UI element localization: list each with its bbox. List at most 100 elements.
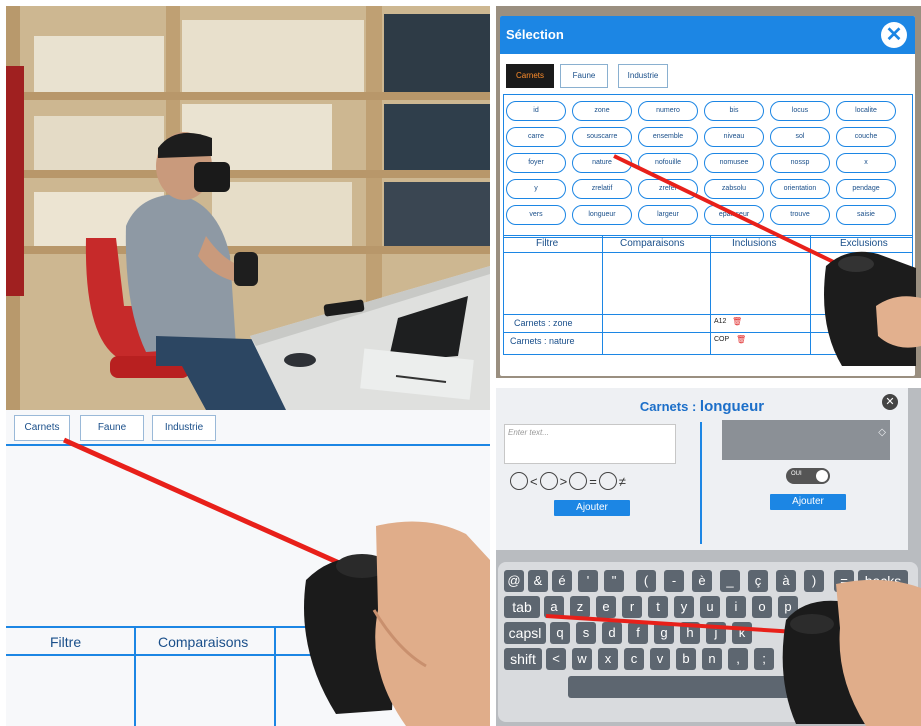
key[interactable]: w [572,648,592,670]
field-chip[interactable]: vers [506,205,566,225]
field-chip[interactable]: nossp [770,153,830,173]
tab-key[interactable]: tab [504,596,540,618]
key[interactable]: ' [578,570,598,592]
add-inclusion-button[interactable]: Ajouter [770,494,846,510]
key[interactable]: à [776,570,796,592]
close-icon[interactable]: ✕ [882,394,898,410]
field-chip[interactable]: nofouille [638,153,698,173]
field-chip[interactable]: souscarre [572,127,632,147]
radio-equal[interactable] [569,472,588,490]
capslock-key[interactable]: capsl [504,622,546,644]
key[interactable]: k [732,622,752,644]
field-chip[interactable]: sol [770,127,830,147]
shift-key[interactable]: shift [504,648,542,670]
key[interactable]: ç [748,570,768,592]
key[interactable]: & [528,570,548,592]
field-chip[interactable]: bis [704,101,764,121]
keyboard-keys: @ & é ' " ( - è _ ç à ) = backs tab a z … [498,562,918,722]
key[interactable]: y [674,596,694,618]
radio-not-equal[interactable] [598,472,617,490]
key[interactable]: c [624,648,644,670]
field-chip[interactable]: locus [770,101,830,121]
radio-greater-than[interactable] [539,472,558,490]
field-chip[interactable]: couche [836,127,896,147]
tab-carnets[interactable]: Carnets [14,415,70,441]
key[interactable]: t [648,596,668,618]
field-chip[interactable]: saisie [836,205,896,225]
field-chip[interactable]: epaisseur [704,205,764,225]
backspace-key[interactable]: backs [858,570,908,592]
trash-icon[interactable]: 🗑 [732,317,742,326]
key[interactable]: z [570,596,590,618]
text-input[interactable]: Enter text... [504,424,676,464]
key[interactable]: v [650,648,670,670]
trash-icon[interactable]: 🗑 [736,335,746,344]
panel-title-field: longueur [699,398,765,415]
field-chip[interactable]: x [836,153,896,173]
key[interactable]: ; [754,648,774,670]
key[interactable]: @ [504,570,524,592]
value-select[interactable]: ◇ [722,420,890,460]
field-chip[interactable]: carre [506,127,566,147]
key[interactable]: " [604,570,624,592]
field-chip[interactable]: longueur [572,205,632,225]
field-chip[interactable]: ensemble [638,127,698,147]
key[interactable]: g [654,622,674,644]
key[interactable]: - [664,570,684,592]
key[interactable]: _ [720,570,740,592]
key[interactable]: b [676,648,696,670]
key[interactable]: é [552,570,572,592]
field-chip[interactable]: zone [572,101,632,121]
key[interactable]: p [778,596,798,618]
key[interactable]: f [628,622,648,644]
radio-less-than[interactable] [510,472,528,490]
add-comparison-button[interactable]: Ajouter [554,500,630,516]
field-chip[interactable]: zabsolu [704,179,764,199]
key[interactable]: < [546,648,566,670]
filter-row-label: Carnets : nature [510,336,575,346]
key[interactable]: j [706,622,726,644]
key[interactable]: ( [636,570,656,592]
table-top-border [6,626,490,628]
key[interactable]: n [702,648,722,670]
tab-industrie[interactable]: Industrie [618,64,668,88]
tab-faune[interactable]: Faune [560,64,608,88]
field-chip[interactable]: nomusee [704,153,764,173]
oui-toggle[interactable]: OUI [786,468,830,484]
field-chip[interactable]: largeur [638,205,698,225]
key[interactable]: , [728,648,748,670]
key[interactable]: o [752,596,772,618]
key[interactable]: r [622,596,642,618]
key[interactable]: u [700,596,720,618]
tab-faune[interactable]: Faune [80,415,144,441]
key[interactable]: d [602,622,622,644]
field-chip[interactable]: niveau [704,127,764,147]
field-chip[interactable]: zrelatif [572,179,632,199]
space-key[interactable] [568,676,808,698]
key[interactable]: x [598,648,618,670]
key[interactable]: è [692,570,712,592]
field-chip[interactable]: foyer [506,153,566,173]
key[interactable]: i [726,596,746,618]
panel-title: Carnets : longueur [496,398,908,415]
key[interactable]: ) [804,570,824,592]
field-chip[interactable]: y [506,179,566,199]
field-chip[interactable]: id [506,101,566,121]
field-chip[interactable]: localite [836,101,896,121]
field-chip[interactable]: orientation [770,179,830,199]
key[interactable]: e [596,596,616,618]
close-icon[interactable]: ✕ [881,22,907,48]
key[interactable]: h [680,622,700,644]
field-chip[interactable]: zrefer [638,179,698,199]
key[interactable]: = [834,570,854,592]
field-chip[interactable]: numero [638,101,698,121]
field-chip[interactable]: trouve [770,205,830,225]
key[interactable]: s [576,622,596,644]
operator-label: < [530,473,538,489]
key[interactable]: q [550,622,570,644]
key[interactable]: a [544,596,564,618]
field-chip[interactable]: nature [572,153,632,173]
field-chip[interactable]: pendage [836,179,896,199]
tab-carnets[interactable]: Carnets [506,64,554,88]
tab-industrie[interactable]: Industrie [152,415,216,441]
